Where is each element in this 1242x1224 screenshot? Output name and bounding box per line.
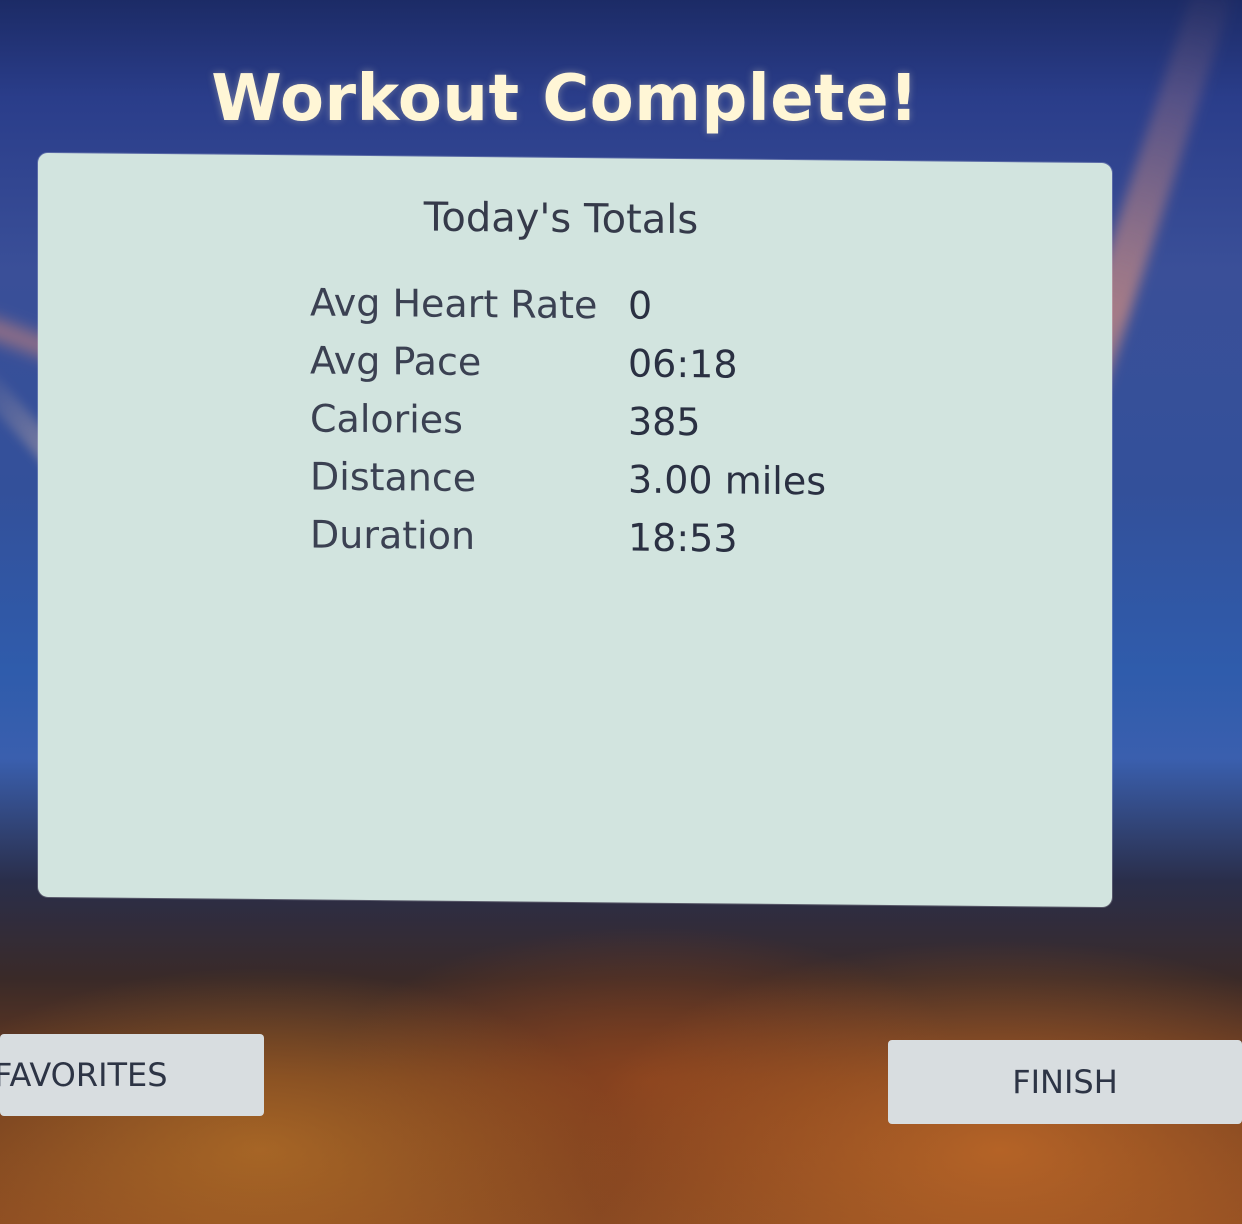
finish-button[interactable]: FINISH	[888, 1040, 1242, 1124]
stat-value: 06:18	[628, 341, 738, 387]
stat-value: 0	[628, 283, 653, 328]
totals-panel: Today's Totals Avg Heart Rate 0 Avg Pace…	[38, 152, 1112, 908]
stat-row-avg-heart-rate: Avg Heart Rate 0	[310, 280, 930, 344]
stat-row-duration: Duration 18:53	[310, 512, 930, 576]
stat-row-distance: Distance 3.00 miles	[310, 454, 930, 518]
finish-button-label: FINISH	[1012, 1063, 1118, 1101]
stat-value: 385	[628, 399, 701, 445]
stat-label: Duration	[310, 512, 476, 559]
totals-heading: Today's Totals	[423, 194, 699, 244]
stats-list: Avg Heart Rate 0 Avg Pace 06:18 Calories…	[310, 280, 930, 576]
stat-value: 3.00 miles	[628, 457, 826, 504]
stat-label: Avg Pace	[310, 338, 482, 385]
favorites-button-label: FAVORITES	[0, 1056, 168, 1094]
stat-label: Calories	[310, 396, 463, 442]
page-title: Workout Complete!	[211, 62, 919, 136]
stat-row-avg-pace: Avg Pace 06:18	[310, 338, 930, 402]
stat-label: Distance	[310, 454, 477, 501]
stat-value: 18:53	[628, 515, 738, 561]
favorites-button[interactable]: FAVORITES	[0, 1034, 264, 1116]
stat-label: Avg Heart Rate	[310, 280, 598, 328]
stat-row-calories: Calories 385	[310, 396, 930, 460]
